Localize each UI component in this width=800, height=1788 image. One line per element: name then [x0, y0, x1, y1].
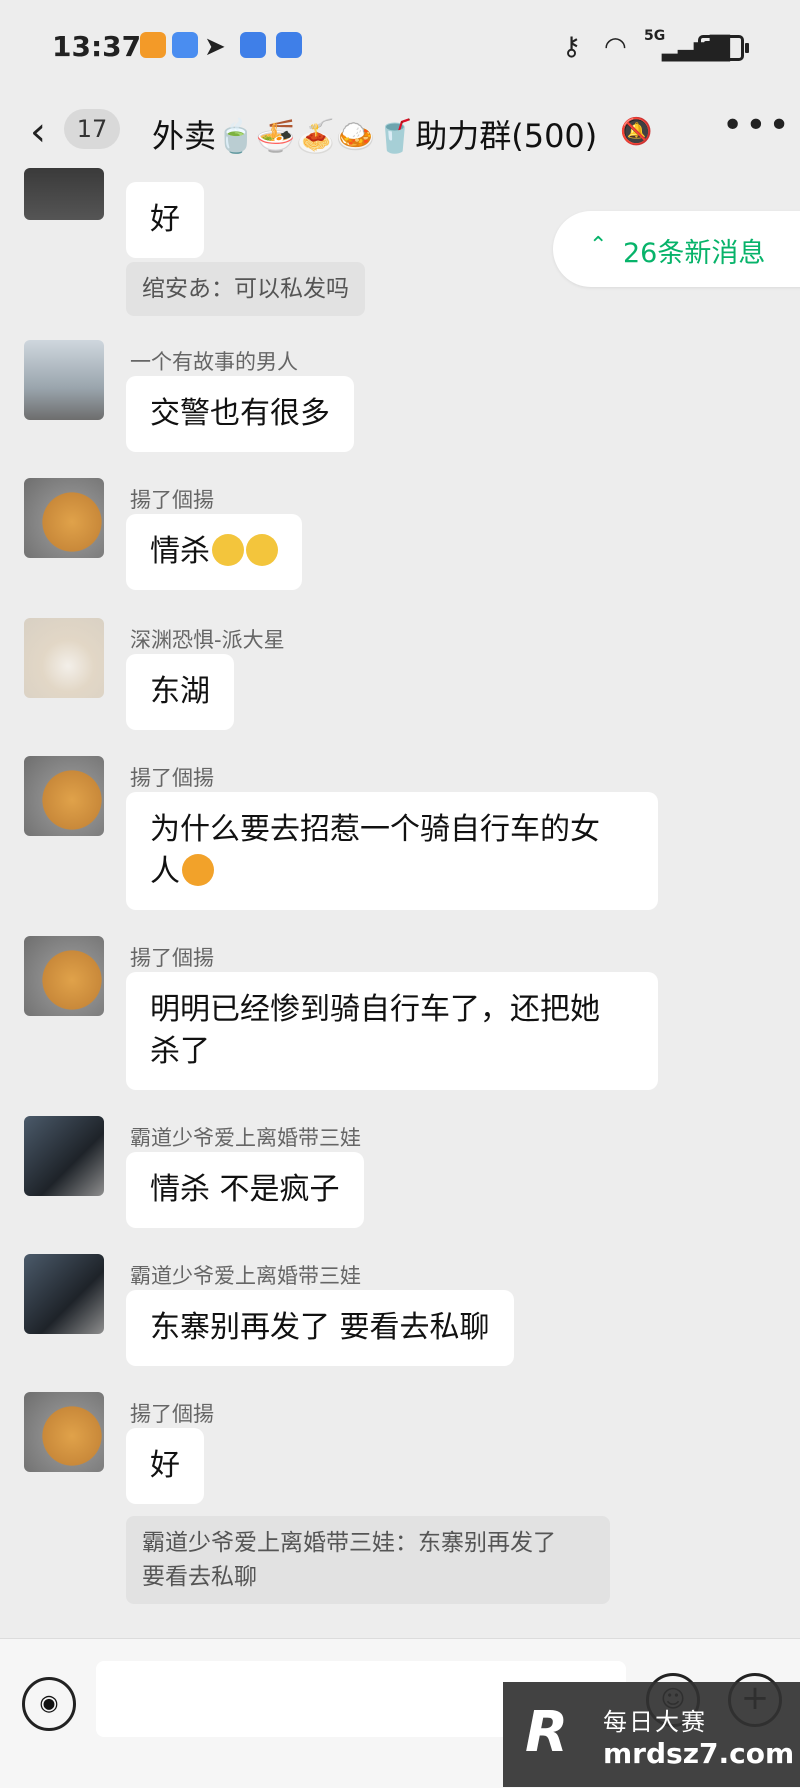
- status-time: 13:37: [52, 30, 142, 63]
- battery-icon: [698, 35, 749, 61]
- sender-name: 霸道少爷爱上离婚带三娃: [130, 1126, 361, 1150]
- voice-input-icon[interactable]: ◉: [22, 1677, 76, 1731]
- avatar[interactable]: [24, 168, 104, 220]
- message-text-line: 为什么要去招惹一个骑自行车的女: [150, 812, 600, 847]
- sender-name: 揚了個揚: [130, 1402, 214, 1426]
- quote-text-line: 要看去私聊: [142, 1564, 257, 1590]
- avatar[interactable]: [24, 1392, 104, 1472]
- key-icon: ⚷: [562, 32, 582, 62]
- avatar[interactable]: [24, 618, 104, 698]
- message-bubble[interactable]: 好: [126, 1428, 204, 1504]
- wifi-icon: ◠: [604, 32, 627, 62]
- back-icon[interactable]: ‹: [30, 109, 46, 155]
- sender-name: 深渊恐惧-派大星: [130, 628, 285, 652]
- sender-name: 揚了個揚: [130, 946, 214, 970]
- avatar[interactable]: [24, 756, 104, 836]
- message-text-line: 人: [150, 851, 634, 893]
- watermark-line1: 每日大赛: [603, 1708, 707, 1736]
- unread-count-badge[interactable]: 17: [64, 109, 120, 149]
- dizzy-face-emoji-icon: [246, 534, 278, 566]
- new-messages-button[interactable]: ⌃ 26条新消息: [553, 211, 800, 287]
- sender-name: 一个有故事的男人: [130, 350, 298, 374]
- watermark-line2: mrdsz7.com: [603, 1737, 795, 1770]
- dizzy-face-emoji-icon: [212, 534, 244, 566]
- watermark: R 每日大赛 mrdsz7.com: [503, 1682, 800, 1787]
- avatar[interactable]: [24, 936, 104, 1016]
- avatar[interactable]: [24, 1116, 104, 1196]
- message-bubble[interactable]: 东寨别再发了 要看去私聊: [126, 1290, 514, 1366]
- message-text-line: 明明已经惨到骑自行车了，还把她: [150, 992, 600, 1027]
- quoted-reply[interactable]: 绾安あ：可以私发吗: [126, 262, 365, 316]
- message-bubble[interactable]: 为什么要去招惹一个骑自行车的女 人: [126, 792, 658, 910]
- message-bubble[interactable]: 情杀 不是疯子: [126, 1152, 364, 1228]
- mute-bell-icon: 🔕: [620, 117, 653, 147]
- new-messages-label: 26条新消息: [623, 238, 766, 269]
- sender-name: 揚了個揚: [130, 766, 214, 790]
- chat-header: ‹ 17 外卖🍵🍜🍝🍛🥤助力群(500) 🔕 •••: [0, 95, 800, 177]
- chat-title: 外卖🍵🍜🍝🍛🥤助力群(500): [152, 117, 598, 155]
- app-notification-icon: [240, 32, 266, 58]
- message-text-line: 杀了: [150, 1034, 210, 1069]
- sender-name: 揚了個揚: [130, 488, 214, 512]
- quoted-reply[interactable]: 霸道少爷爱上离婚带三娃：东寨别再发了 要看去私聊: [126, 1516, 610, 1604]
- sender-name: 霸道少爷爱上离婚带三娃: [130, 1264, 361, 1288]
- watermark-logo-icon: R: [525, 1700, 569, 1765]
- avatar[interactable]: [24, 1254, 104, 1334]
- message-bubble[interactable]: 好: [126, 182, 204, 258]
- angry-face-emoji-icon: [182, 854, 214, 886]
- double-chevron-up-icon: ⌃: [589, 233, 608, 258]
- app-notification-icon: [140, 32, 166, 58]
- more-options-icon[interactable]: •••: [722, 105, 792, 146]
- message-bubble[interactable]: 情杀: [126, 514, 302, 590]
- telegram-icon: ➤: [204, 32, 226, 62]
- app-notification-icon: [276, 32, 302, 58]
- status-bar: 13:37 ➤ ⚷ ◠ 5G ▂▃▅▇: [0, 0, 800, 95]
- message-text: 情杀: [150, 534, 210, 569]
- avatar[interactable]: [24, 478, 104, 558]
- message-bubble[interactable]: 明明已经惨到骑自行车了，还把她 杀了: [126, 972, 658, 1090]
- message-bubble[interactable]: 交警也有很多: [126, 376, 354, 452]
- quote-text-line: 霸道少爷爱上离婚带三娃：东寨别再发了: [142, 1530, 556, 1556]
- app-notification-icon: [172, 32, 198, 58]
- avatar[interactable]: [24, 340, 104, 420]
- message-bubble[interactable]: 东湖: [126, 654, 234, 730]
